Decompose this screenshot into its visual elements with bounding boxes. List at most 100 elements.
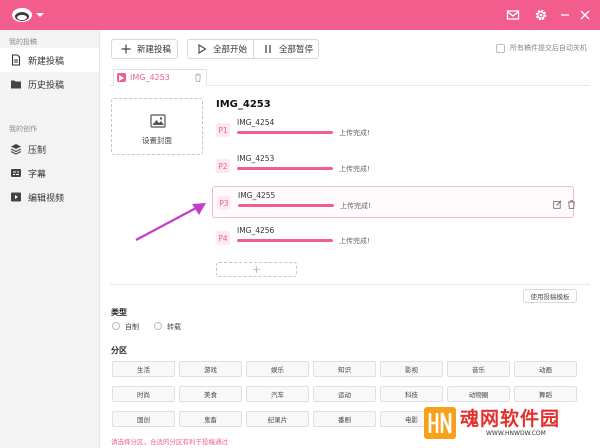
use-template-button[interactable]: 使用投稿模板	[523, 289, 577, 303]
upload-progress-fill	[237, 167, 333, 170]
sidebar-section-my-creations: 我的创作	[9, 125, 37, 133]
sidebar: 我的投稿 新建投稿 历史投稿 我的创作 压制 字幕 编辑视频	[0, 30, 100, 448]
category-button[interactable]: 美食	[179, 386, 242, 402]
upload-status: 上传完成!	[339, 165, 370, 173]
upload-status: 上传完成!	[339, 129, 370, 137]
category-button[interactable]: 娱乐	[246, 361, 309, 377]
part-row[interactable]: P4 IMG_4256 上传完成!	[212, 222, 574, 254]
sidebar-item-label: 压制	[28, 145, 47, 156]
part-row[interactable]: P2 IMG_4253 上传完成!	[212, 150, 574, 182]
trash-icon[interactable]	[194, 73, 202, 82]
category-button[interactable]: 知识	[313, 361, 376, 377]
type-repost-radio[interactable]	[154, 322, 162, 330]
part-filename: IMG_4256	[237, 226, 275, 235]
category-button[interactable]: 动物圈	[447, 386, 510, 402]
caret-down-icon[interactable]	[36, 11, 44, 19]
part-badge: P4	[216, 231, 230, 245]
sidebar-item-label: 编辑视频	[28, 193, 65, 204]
sidebar-item-subtitles[interactable]: 字幕	[0, 161, 99, 185]
start-all-button[interactable]: 全部开始	[187, 39, 258, 59]
upload-progress-fill	[238, 204, 334, 207]
gear-icon[interactable]	[534, 8, 548, 22]
upload-progress-fill	[237, 239, 333, 242]
play-icon	[198, 44, 207, 54]
category-button[interactable]: 运动	[313, 386, 376, 402]
set-cover-box[interactable]: 设置封面	[111, 98, 203, 155]
pause-icon	[265, 45, 271, 53]
part-row-selected[interactable]: P3 IMG_4255 上传完成!	[212, 186, 576, 218]
upload-progress-fill	[237, 131, 333, 134]
folder-icon	[11, 80, 21, 89]
category-button[interactable]: 时尚	[112, 386, 175, 402]
type-section-title: 类型	[111, 308, 127, 317]
auto-shutdown-label: 所有稿件提交后自动关机	[510, 44, 587, 52]
category-button[interactable]: 科技	[380, 386, 443, 402]
mail-icon[interactable]	[506, 8, 520, 22]
image-icon	[150, 114, 166, 128]
add-part-button[interactable]: +	[216, 262, 297, 277]
pause-all-button[interactable]: 全部暂停	[253, 39, 319, 59]
collection-title: IMG_4253	[216, 99, 271, 110]
type-original-radio[interactable]	[112, 322, 120, 330]
sidebar-item-label: 新建投稿	[28, 56, 65, 67]
part-badge: P1	[216, 123, 230, 137]
category-button[interactable]: 音乐	[447, 361, 510, 377]
part-filename: IMG_4255	[238, 191, 276, 200]
auto-shutdown-checkbox[interactable]	[496, 44, 505, 53]
pause-all-label: 全部暂停	[279, 45, 314, 55]
plus-icon	[121, 44, 131, 54]
category-button[interactable]: 国创	[112, 411, 175, 427]
part-badge: P2	[216, 159, 230, 173]
category-button[interactable]: 影视	[380, 361, 443, 377]
close-icon[interactable]	[578, 8, 592, 22]
edit-icon[interactable]	[553, 200, 562, 209]
new-upload-label: 新建投稿	[137, 45, 172, 55]
new-upload-button[interactable]: 新建投稿	[111, 39, 178, 59]
upload-status: 上传完成!	[340, 202, 371, 210]
set-cover-label: 设置封面	[142, 136, 172, 145]
upload-progress-bar	[237, 239, 333, 242]
category-button[interactable]: 生活	[112, 361, 175, 377]
minimize-icon[interactable]	[558, 8, 572, 22]
file-tab[interactable]: IMG_4253	[113, 69, 207, 86]
upload-progress-bar	[237, 167, 333, 170]
category-button[interactable]: 动画	[514, 361, 577, 377]
sidebar-item-new-upload[interactable]: 新建投稿	[0, 48, 99, 72]
watermark-logo	[424, 407, 456, 439]
type-original-label: 自制	[125, 323, 139, 331]
sidebar-item-edit-video[interactable]: 编辑视频	[0, 185, 99, 209]
part-row[interactable]: P1 IMG_4254 上传完成!	[212, 114, 574, 146]
trash-icon[interactable]	[567, 200, 576, 209]
category-button[interactable]: 游戏	[179, 361, 242, 377]
bilibili-logo[interactable]	[11, 7, 33, 23]
file-tab-label: IMG_4253	[130, 73, 170, 82]
watermark-brand: 魂网软件园	[460, 408, 561, 430]
start-all-label: 全部开始	[213, 45, 248, 55]
category-button[interactable]: 纪录片	[246, 411, 309, 427]
sidebar-item-label: 历史投稿	[28, 80, 65, 91]
video-edit-icon	[11, 192, 21, 202]
type-repost-label: 转载	[167, 323, 181, 331]
layers-icon	[10, 144, 22, 155]
upload-progress-bar	[237, 131, 333, 134]
watermark: 魂网软件园 WWW.HNWDW.COM	[424, 404, 594, 442]
zone-hint-text: 请选择分区，合适的分区有利于投稿通过	[111, 438, 228, 446]
category-button[interactable]: 鬼畜	[179, 411, 242, 427]
sidebar-item-label: 字幕	[28, 169, 47, 180]
sidebar-section-my-uploads: 我的投稿	[9, 38, 37, 46]
zone-section-title: 分区	[111, 346, 127, 355]
sidebar-item-history[interactable]: 历史投稿	[0, 72, 99, 96]
category-button[interactable]: 番剧	[313, 411, 376, 427]
part-badge: P3	[217, 196, 231, 210]
category-button[interactable]: 汽车	[246, 386, 309, 402]
upload-progress-bar	[238, 204, 334, 207]
upload-status: 上传完成!	[339, 237, 370, 245]
video-file-icon	[117, 73, 126, 82]
document-icon	[11, 54, 21, 66]
part-filename: IMG_4254	[237, 118, 275, 127]
sidebar-item-compress[interactable]: 压制	[0, 137, 99, 161]
title-bar	[0, 0, 600, 30]
annotation-arrow	[135, 203, 206, 241]
part-filename: IMG_4253	[237, 154, 275, 163]
category-button[interactable]: 舞蹈	[514, 386, 577, 402]
